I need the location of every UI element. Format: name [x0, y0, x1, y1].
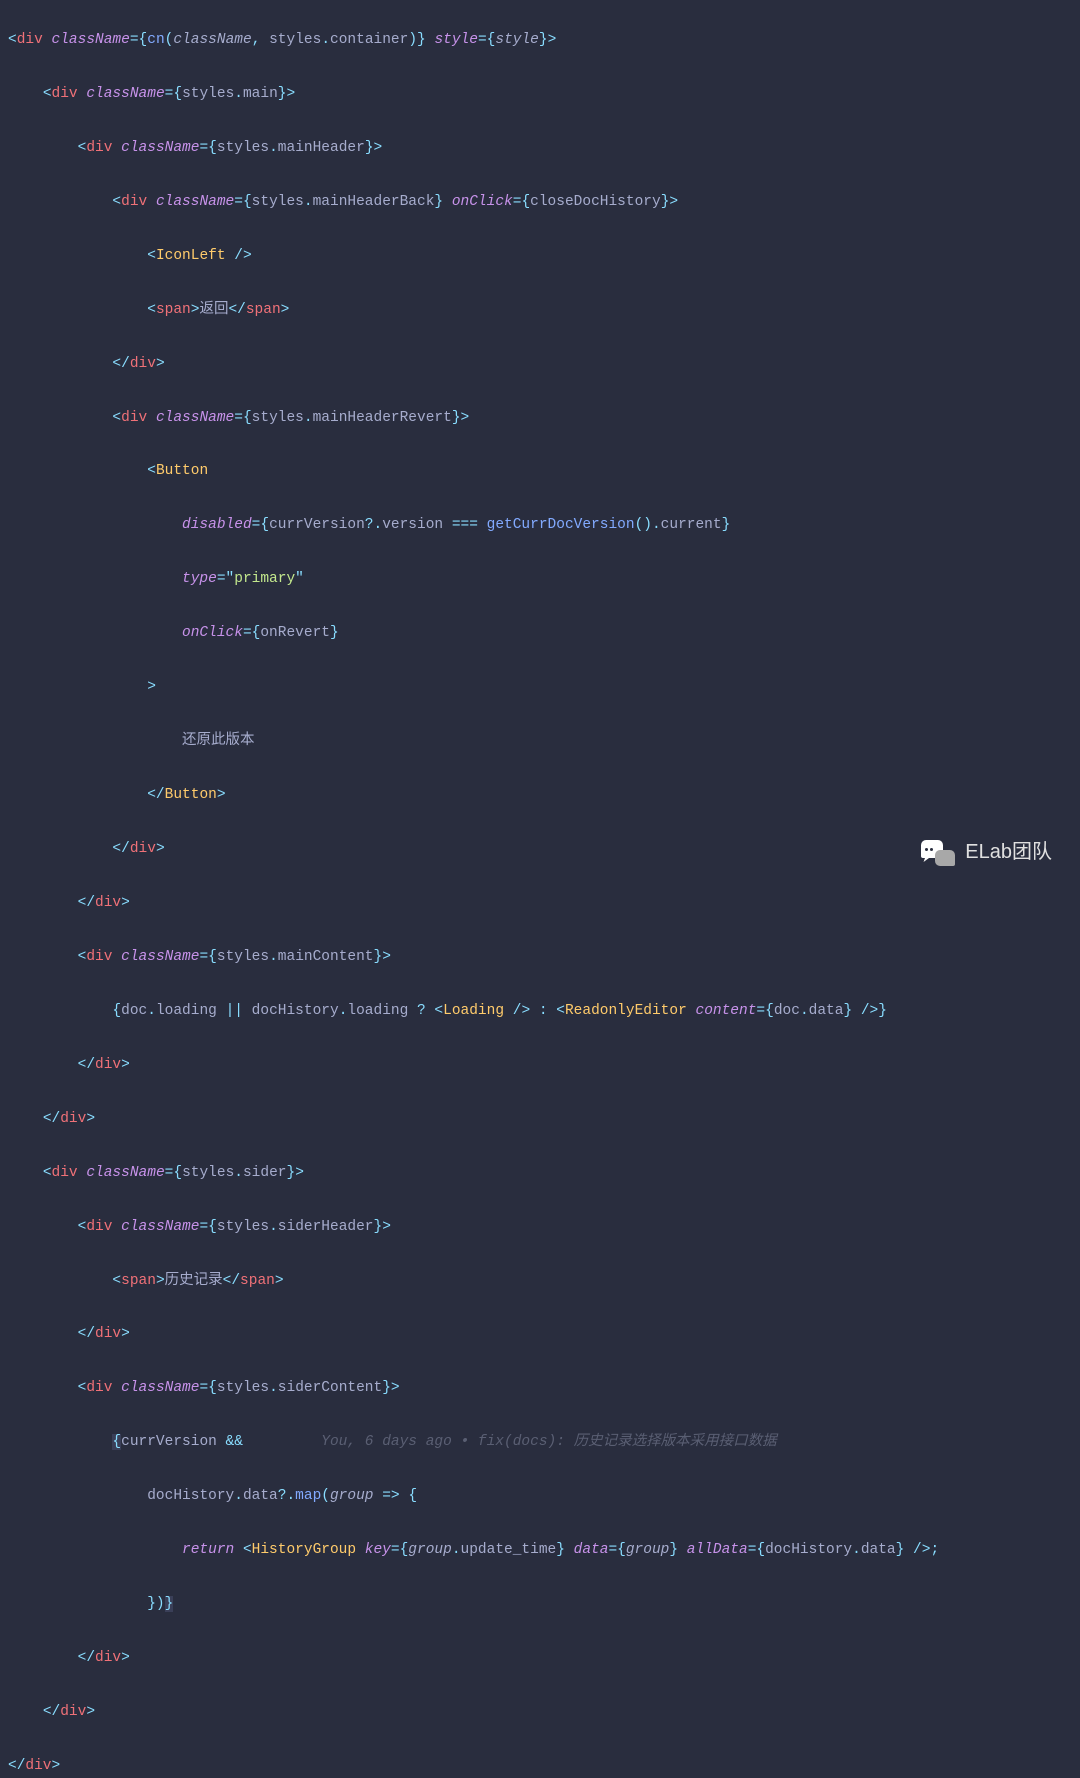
code-line[interactable]: onClick={onRevert} [8, 620, 1072, 647]
code-line[interactable]: </Button> [8, 782, 1072, 809]
code-line[interactable]: disabled={currVersion?.version === getCu… [8, 512, 1072, 539]
watermark: ELab团队 [921, 834, 1052, 871]
code-line[interactable]: return <HistoryGroup key={group.update_t… [8, 1537, 1072, 1564]
code-line[interactable]: {currVersion && You, 6 days ago • fix(do… [8, 1429, 1072, 1456]
code-line[interactable]: </div> [8, 890, 1072, 917]
code-line[interactable]: <div className={cn(className, styles.con… [8, 27, 1072, 54]
wechat-icon [921, 838, 955, 866]
code-line[interactable]: <div className={styles.siderHeader}> [8, 1214, 1072, 1241]
code-line[interactable]: <Button [8, 458, 1072, 485]
code-line[interactable]: type="primary" [8, 566, 1072, 593]
code-line[interactable]: 还原此版本 [8, 728, 1072, 755]
code-line[interactable]: <div className={styles.mainHeaderBack} o… [8, 189, 1072, 216]
code-line[interactable]: > [8, 674, 1072, 701]
code-line[interactable]: </div> [8, 1106, 1072, 1133]
code-line[interactable]: <div className={styles.siderContent}> [8, 1375, 1072, 1402]
code-line[interactable]: </div> [8, 1321, 1072, 1348]
code-editor[interactable]: <div className={cn(className, styles.con… [0, 0, 1080, 1778]
code-line[interactable]: </div> [8, 1699, 1072, 1726]
code-line[interactable]: </div> [8, 351, 1072, 378]
watermark-text: ELab团队 [965, 834, 1052, 871]
code-line[interactable]: <span>返回</span> [8, 297, 1072, 324]
code-line[interactable]: </div> [8, 1645, 1072, 1672]
code-line[interactable]: </div> [8, 836, 1072, 863]
code-line[interactable]: </div> [8, 1753, 1072, 1778]
code-line[interactable]: })} [8, 1591, 1072, 1618]
code-line[interactable]: <div className={styles.mainContent}> [8, 944, 1072, 971]
code-line[interactable]: <div className={styles.mainHeaderRevert}… [8, 405, 1072, 432]
code-line[interactable]: <span>历史记录</span> [8, 1268, 1072, 1295]
code-line[interactable]: <div className={styles.mainHeader}> [8, 135, 1072, 162]
code-line[interactable]: <div className={styles.main}> [8, 81, 1072, 108]
code-line[interactable]: <IconLeft /> [8, 243, 1072, 270]
code-line[interactable]: docHistory.data?.map(group => { [8, 1483, 1072, 1510]
code-line[interactable]: </div> [8, 1052, 1072, 1079]
git-blame-annotation: You, 6 days ago • fix(docs): 历史记录选择版本采用接… [321, 1434, 776, 1450]
code-line[interactable]: <div className={styles.sider}> [8, 1160, 1072, 1187]
code-line[interactable]: {doc.loading || docHistory.loading ? <Lo… [8, 998, 1072, 1025]
